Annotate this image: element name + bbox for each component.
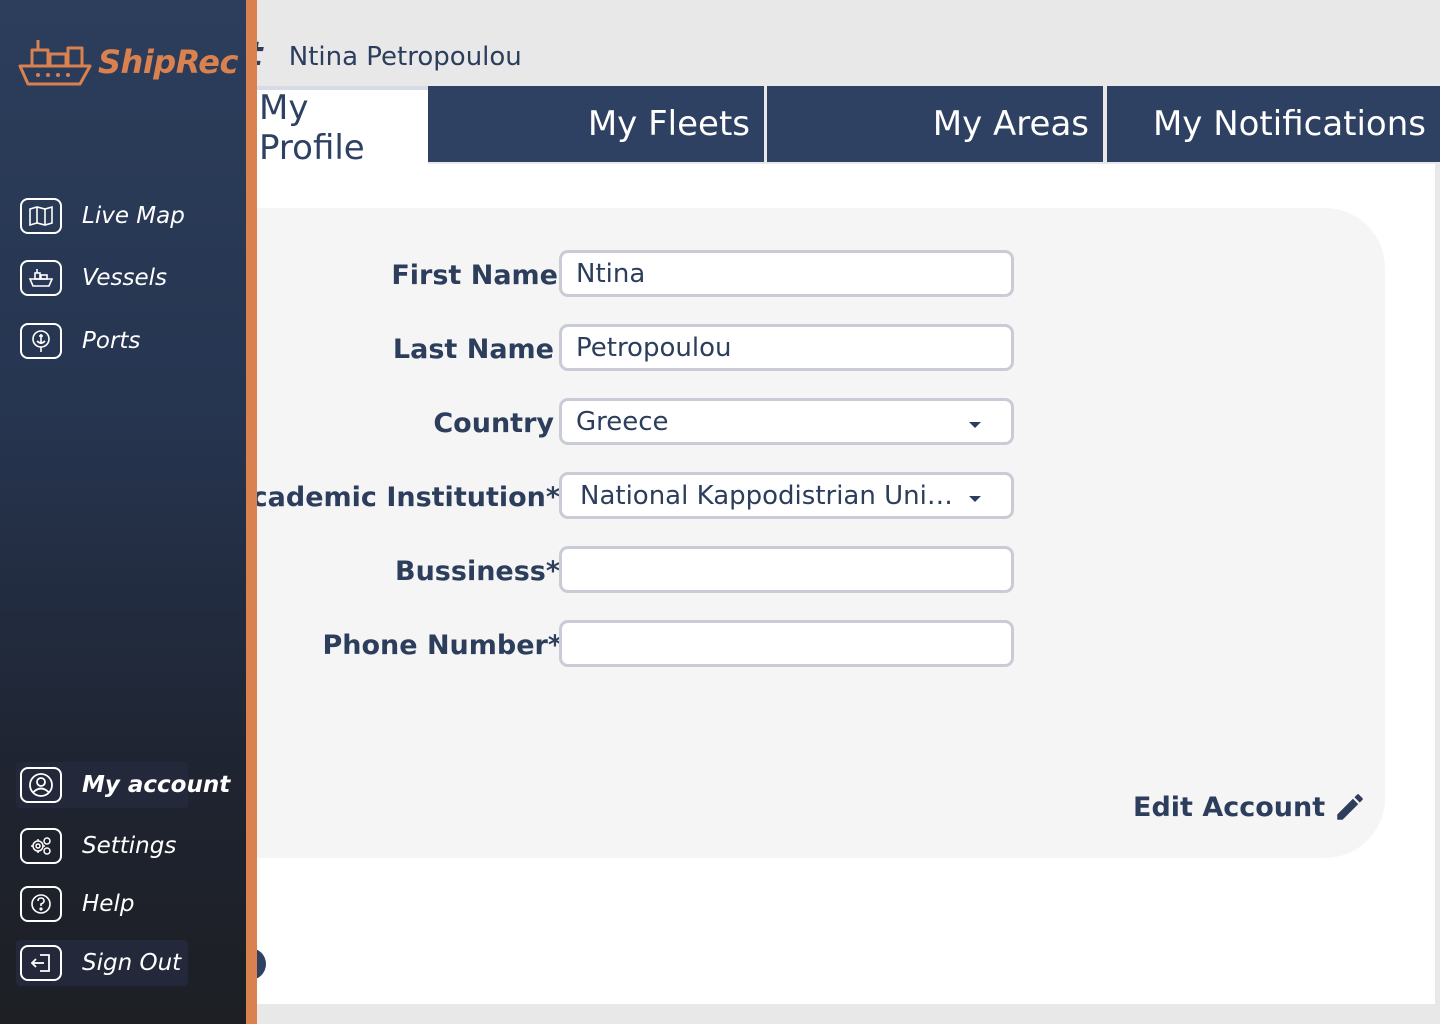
tab-my-fleets-label: My Fleets [587, 104, 750, 144]
tab-my-areas[interactable]: My Areas [767, 86, 1103, 162]
sidebar-item-label: Settings [82, 833, 177, 859]
edit-account-button[interactable]: Edit Account [1133, 790, 1367, 824]
last-name-label: Last Name [392, 334, 554, 365]
business-label: Bussiness* [395, 556, 560, 587]
profile-card [200, 208, 1385, 858]
gear-icon [20, 828, 62, 864]
institution-select[interactable]: National Kappodistrian Univer... [559, 472, 1014, 519]
phone-row: Phone Number* [200, 620, 1030, 668]
tab-my-profile-label: My Profile [259, 88, 365, 168]
first-name-row: First Name Ntina [200, 250, 1030, 298]
user-name: Ntina Petropoulou [288, 42, 522, 72]
tab-my-notifications[interactable]: My Notifications [1107, 86, 1440, 162]
country-value: Greece [576, 406, 669, 437]
sidebar-item-my-account[interactable]: My account [16, 762, 230, 808]
ship-icon [20, 260, 62, 296]
sidebar-item-label: Live Map [82, 203, 185, 229]
sidebar-item-label: My account [82, 772, 231, 798]
sidebar-item-settings[interactable]: Settings [16, 823, 188, 869]
business-field[interactable] [559, 546, 1014, 593]
sidebar: ShipRec Live Map Vessels Ports My accoun… [0, 0, 257, 1024]
sign-out-icon [20, 945, 62, 981]
help-icon [20, 886, 62, 922]
institution-row: cademic Institution* National Kappodistr… [200, 472, 1030, 520]
logo: ShipRec [18, 36, 238, 88]
sidebar-item-help[interactable]: Help [16, 881, 188, 927]
sidebar-item-sign-out[interactable]: Sign Out [16, 940, 188, 986]
sidebar-item-label: Help [82, 891, 135, 917]
sidebar-item-ports[interactable]: Ports [16, 318, 188, 364]
phone-label: Phone Number* [322, 630, 562, 661]
country-label: Country [433, 408, 554, 439]
first-name-value: Ntina [576, 258, 646, 289]
country-select[interactable]: Greece [559, 398, 1014, 445]
phone-field[interactable] [559, 620, 1014, 667]
sidebar-item-vessels[interactable]: Vessels [16, 255, 188, 301]
account-tabs: My Profile My Fleets My Areas My Notific… [200, 86, 1440, 168]
tab-my-areas-label: My Areas [932, 104, 1089, 144]
sidebar-item-live-map[interactable]: Live Map [16, 193, 188, 239]
country-row: Country Greece [200, 398, 1030, 446]
last-name-row: Last Name Petropoulou [200, 324, 1030, 372]
institution-value: National Kappodistrian Univer... [580, 480, 960, 511]
user-icon [20, 767, 62, 803]
chevron-down-icon [969, 422, 981, 428]
last-name-value: Petropoulou [576, 332, 732, 363]
last-name-field[interactable]: Petropoulou [559, 324, 1014, 371]
pencil-icon [1337, 794, 1363, 820]
first-name-field[interactable]: Ntina [559, 250, 1014, 297]
sidebar-item-label: Sign Out [82, 950, 182, 976]
institution-label: cademic Institution* [251, 482, 560, 513]
ship-logo-icon [18, 40, 92, 86]
app-name: ShipRec [98, 43, 238, 81]
port-icon [20, 323, 62, 359]
map-icon [20, 198, 62, 234]
chevron-down-icon [969, 496, 981, 502]
edit-account-label: Edit Account [1133, 791, 1326, 823]
sidebar-item-label: Vessels [82, 265, 168, 291]
tab-my-fleets[interactable]: My Fleets [428, 86, 764, 162]
business-row: Bussiness* [200, 546, 1030, 594]
first-name-label: First Name [391, 260, 558, 291]
sidebar-item-label: Ports [82, 328, 141, 354]
tab-my-notifications-label: My Notifications [1152, 104, 1426, 144]
